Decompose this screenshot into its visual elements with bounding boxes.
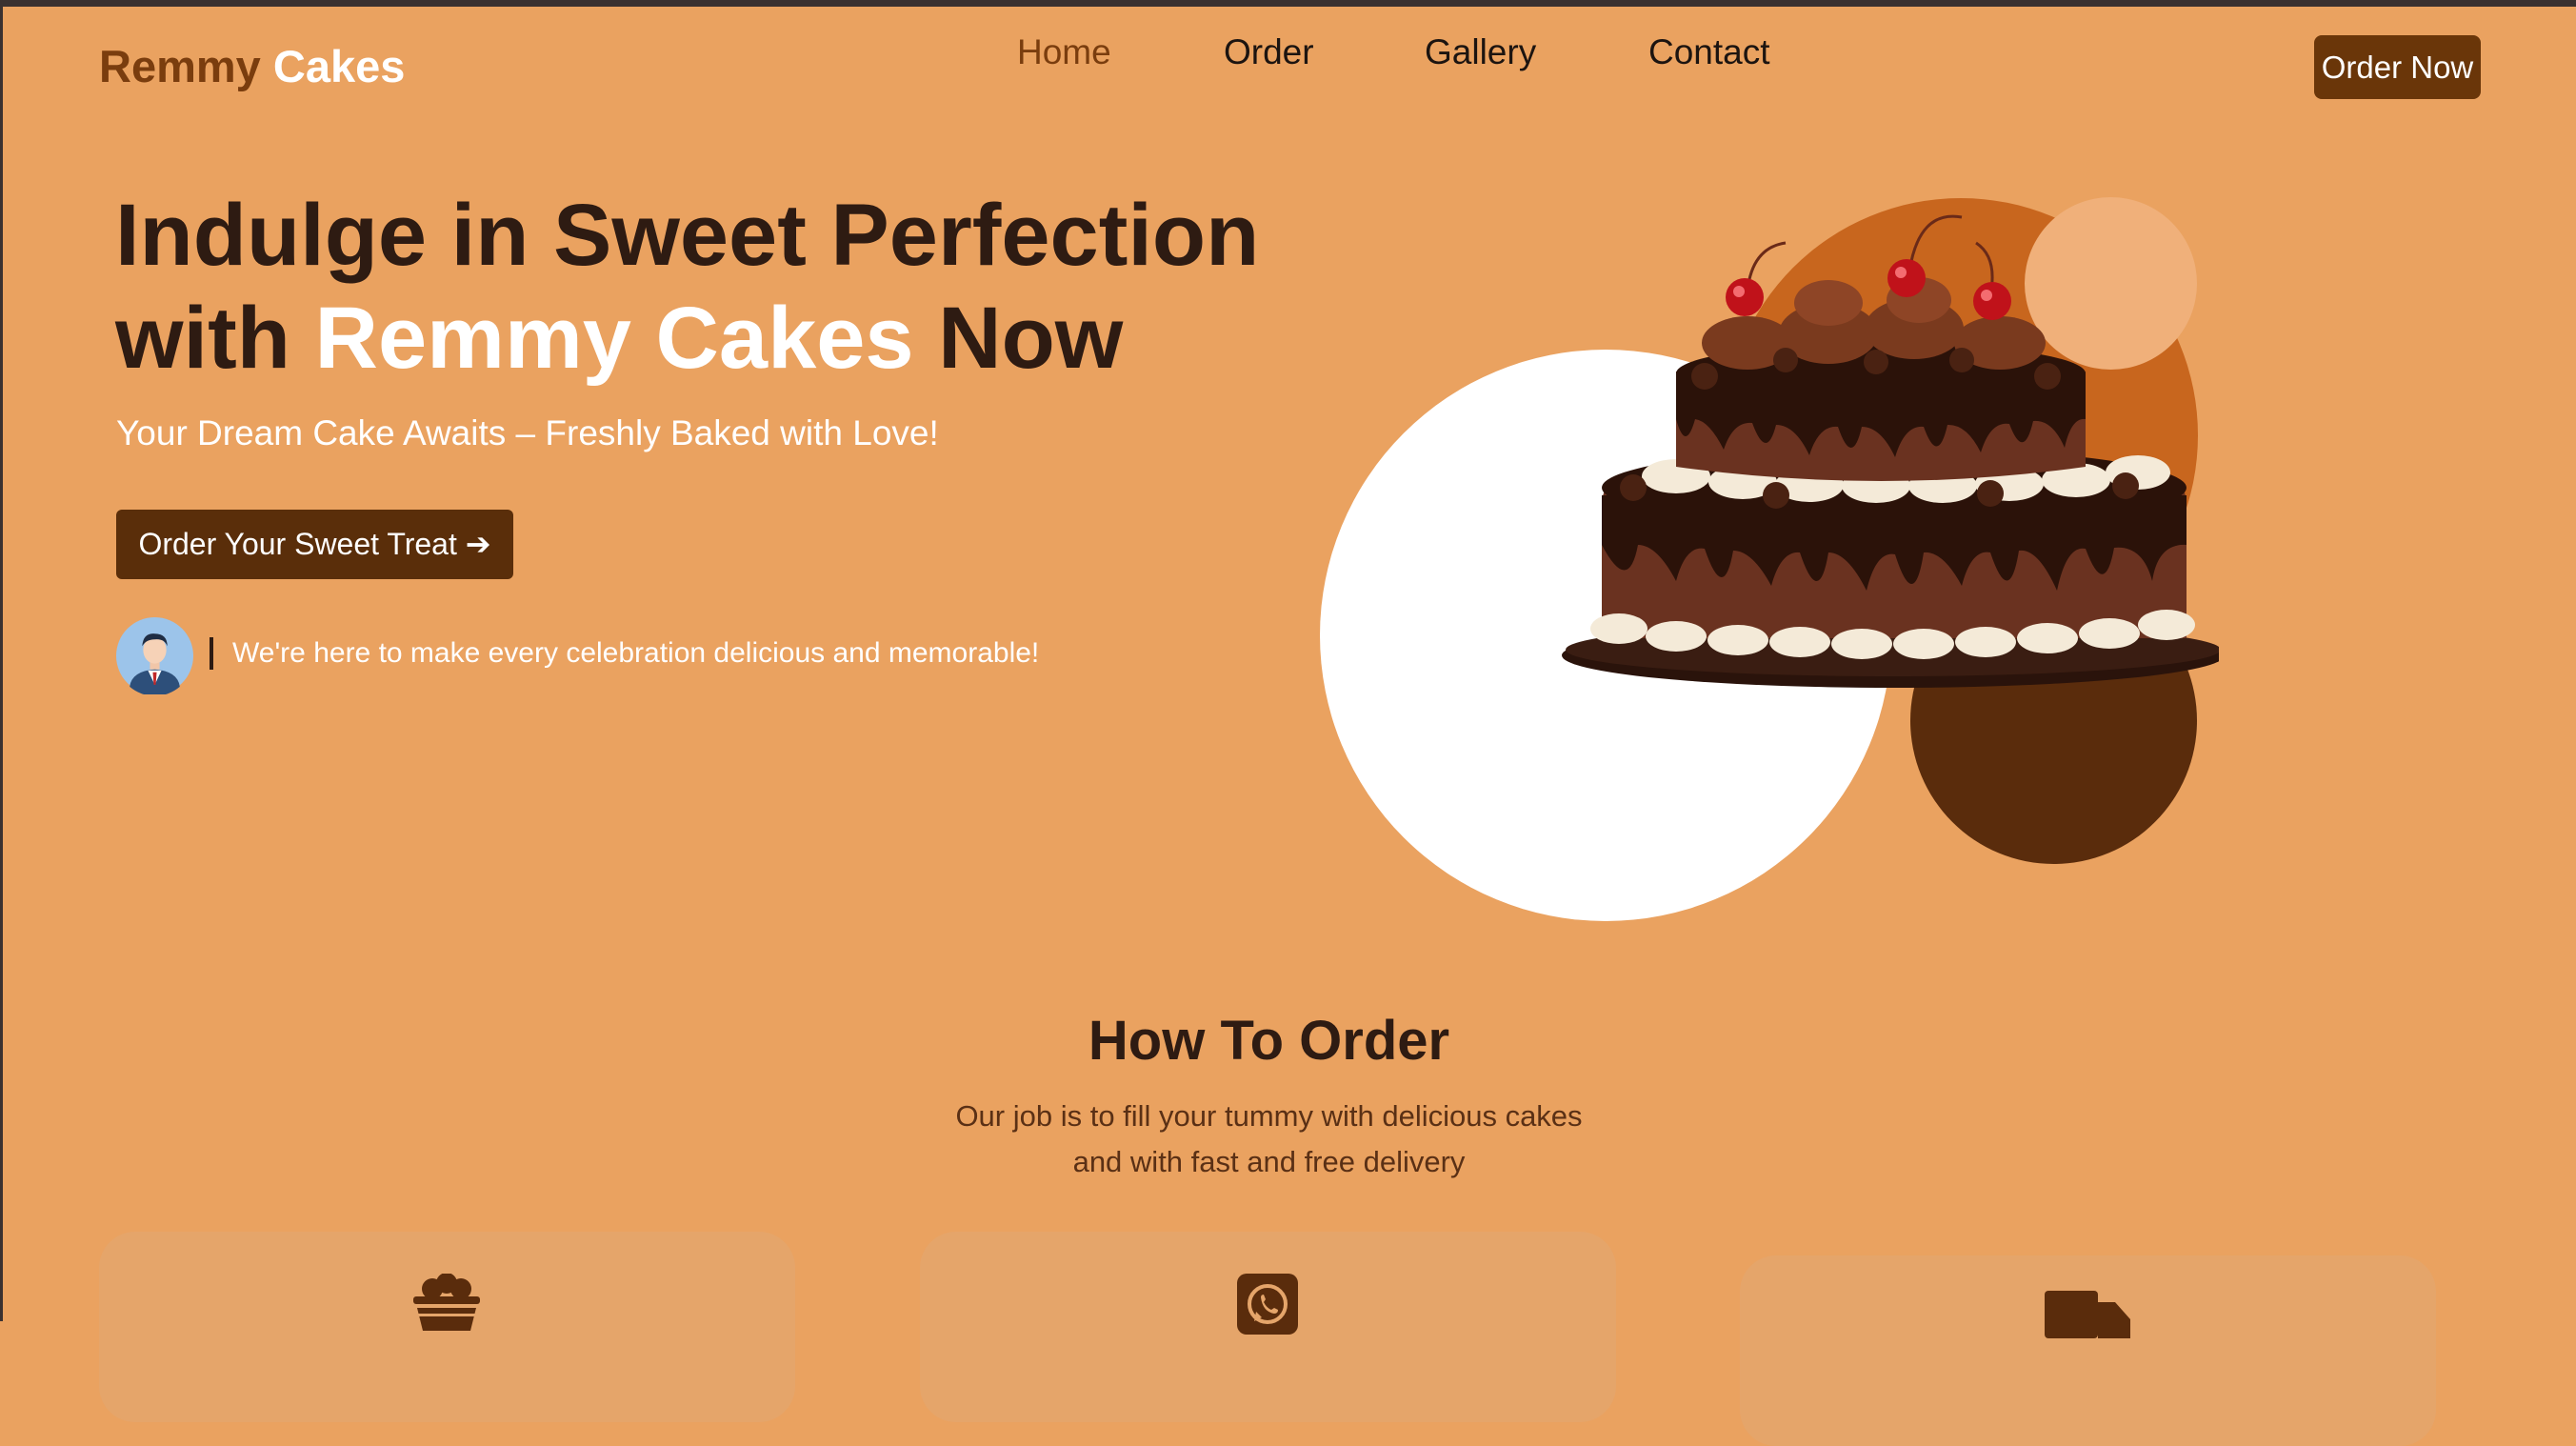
how-desc-line2: and with fast and free delivery [1072, 1145, 1466, 1178]
nav-order[interactable]: Order [1224, 29, 1314, 76]
basket-icon [413, 1274, 480, 1331]
hero-title: Indulge in Sweet Perfection with Remmy C… [115, 184, 1353, 390]
hero-subtitle: Your Dream Cake Awaits – Freshly Baked w… [116, 413, 939, 452]
avatar [116, 617, 193, 694]
site-logo[interactable]: Remmy Cakes [99, 38, 405, 95]
nav-contact[interactable]: Contact [1648, 29, 1770, 76]
hero-title-line1: Indulge in Sweet Perfection [115, 187, 1260, 284]
order-now-button[interactable]: Order Now [2314, 35, 2481, 99]
hero-tagline: We're here to make every celebration del… [232, 637, 1040, 669]
hero-title-highlight: Remmy Cakes [314, 290, 914, 387]
how-to-order-title: How To Order [1088, 1010, 1450, 1072]
top-border [0, 0, 2576, 7]
logo-text-remmy: Remmy [99, 41, 261, 91]
logo-text-cakes: Cakes [272, 41, 406, 91]
tagline-divider [210, 637, 213, 670]
hero-title-end: Now [938, 290, 1124, 387]
how-to-order-description: Our job is to fill your tummy with delic… [0, 1094, 2538, 1185]
delivery-truck-icon [2045, 1291, 2130, 1338]
whatsapp-icon [1237, 1274, 1298, 1335]
chocolate-cake-image [1562, 214, 2219, 688]
nav-home[interactable]: Home [1017, 29, 1111, 76]
how-desc-line1: Our job is to fill your tummy with delic… [955, 1099, 1583, 1133]
hero-title-with: with [115, 290, 290, 387]
order-step-card-3 [1740, 1255, 2436, 1446]
order-sweet-treat-button[interactable]: Order Your Sweet Treat ➔ [116, 510, 513, 579]
nav-gallery[interactable]: Gallery [1425, 29, 1536, 76]
